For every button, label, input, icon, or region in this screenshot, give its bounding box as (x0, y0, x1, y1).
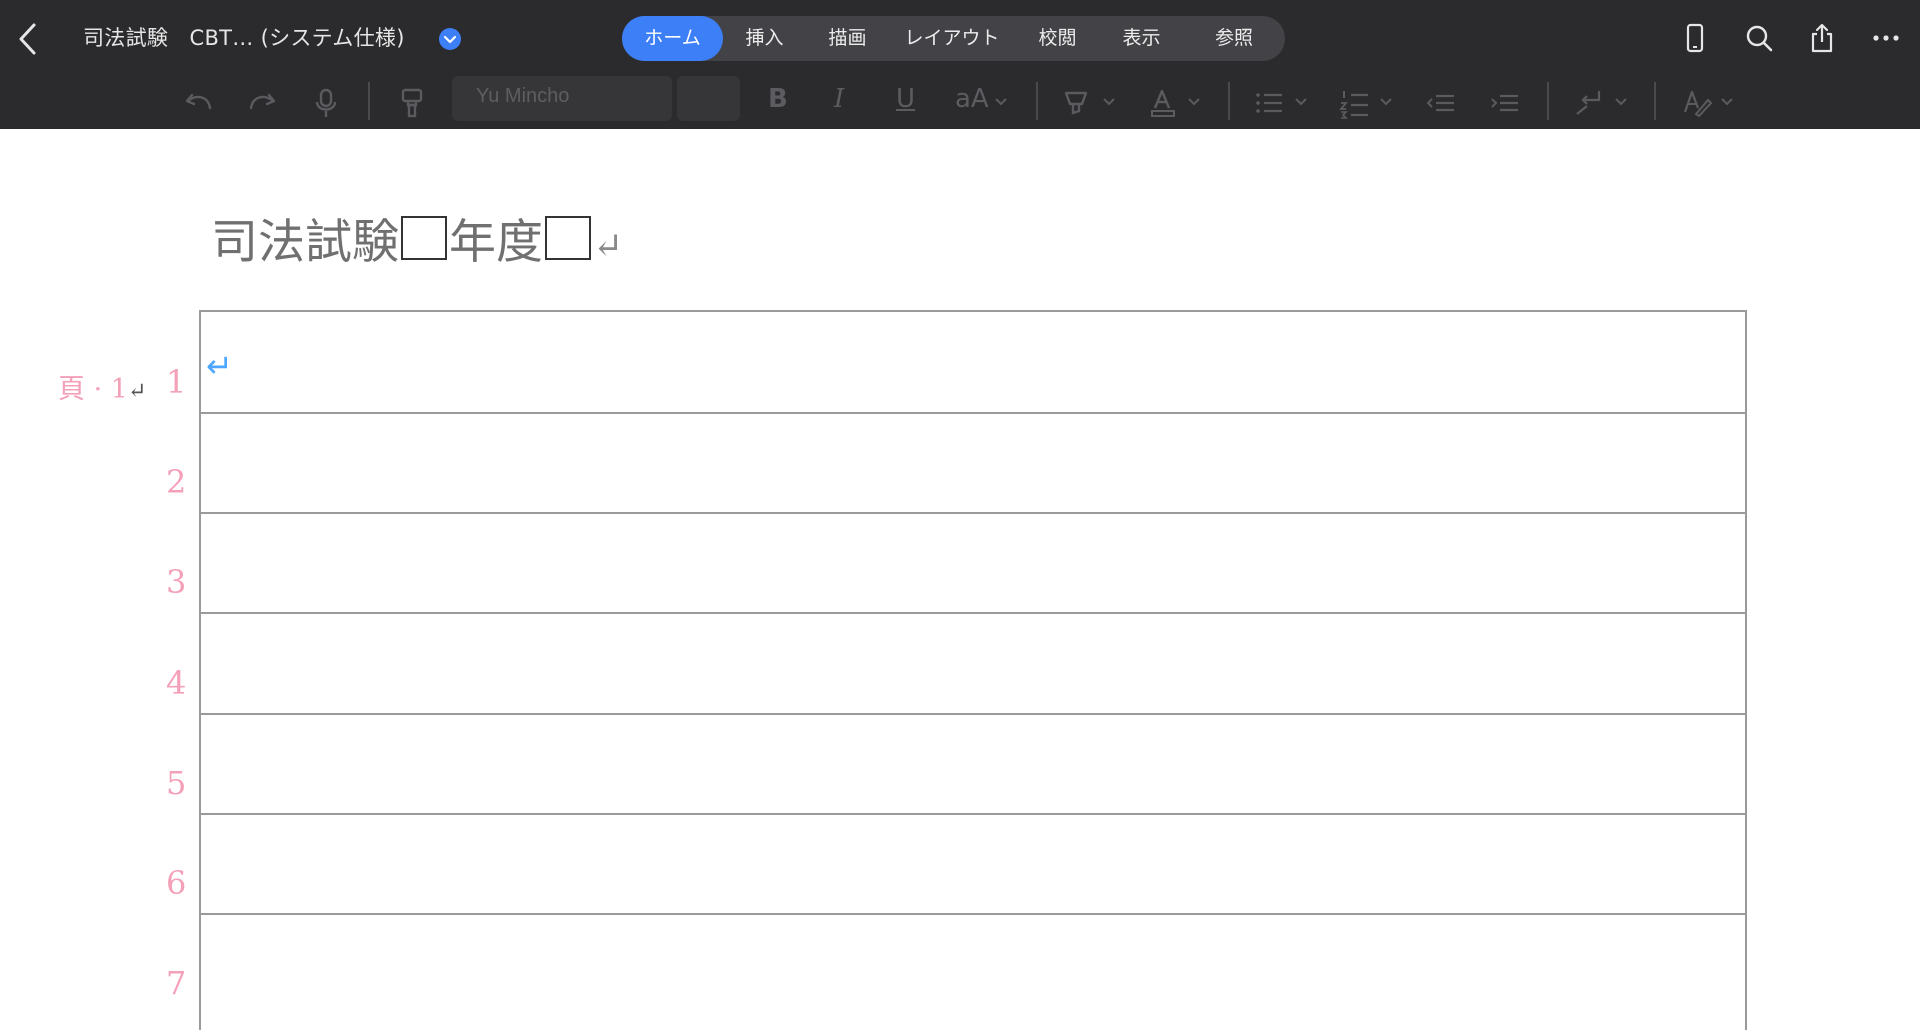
line-number: 6 (166, 864, 187, 902)
formatting-ribbon: Yu Mincho B I U aA (0, 76, 1920, 129)
text-size-button[interactable]: aA (955, 84, 989, 114)
chevron-down-icon[interactable] (438, 27, 462, 51)
line-number: 2 (166, 463, 187, 501)
search-icon[interactable] (1743, 22, 1775, 54)
grid-line (201, 612, 1745, 614)
undo-icon[interactable] (182, 86, 216, 120)
blank-box (401, 216, 447, 260)
bold-button[interactable]: B (768, 84, 788, 114)
line-number: 3 (166, 563, 187, 601)
share-icon[interactable] (1806, 22, 1838, 54)
tab-insert[interactable]: 挿入 (723, 16, 806, 61)
chevron-down-icon (1100, 93, 1118, 111)
highlighter-icon[interactable] (1060, 86, 1094, 120)
paragraph-mark: ↵ (593, 226, 624, 267)
paragraph-mark: ↵ (127, 379, 147, 404)
decrease-indent-icon[interactable] (1424, 86, 1458, 120)
bullet-list-icon[interactable] (1252, 86, 1286, 120)
grid-line (201, 512, 1745, 514)
answer-grid[interactable] (199, 310, 1747, 1030)
chevron-down-icon (1377, 93, 1395, 111)
document-title[interactable]: 司法試験 CBT… (システム仕様) (83, 22, 405, 54)
top-toolbar: 司法試験 CBT… (システム仕様) ホーム 挿入 描画 レイアウト 校閲 表示… (0, 0, 1920, 129)
redo-icon[interactable] (245, 86, 279, 120)
grid-line (201, 813, 1745, 815)
chevron-down-icon (992, 93, 1010, 111)
tab-draw[interactable]: 描画 (806, 16, 889, 61)
chevron-down-icon (1718, 93, 1736, 111)
microphone-icon[interactable] (309, 86, 343, 120)
more-icon[interactable] (1870, 22, 1902, 54)
ribbon-divider (1654, 82, 1656, 120)
chevron-down-icon (1185, 93, 1203, 111)
font-name-field[interactable]: Yu Mincho (452, 76, 672, 121)
tab-home[interactable]: ホーム (622, 16, 723, 61)
tab-references[interactable]: 参照 (1183, 16, 1285, 61)
numbered-list-icon[interactable] (1338, 86, 1372, 120)
font-size-field[interactable] (677, 76, 740, 121)
styles-icon[interactable] (1680, 86, 1714, 120)
heading-text: 年度 (449, 215, 543, 270)
page-label-text: 頁 · 1 (58, 374, 128, 405)
paragraph-style-icon[interactable] (1573, 86, 1607, 120)
line-number: 4 (166, 664, 187, 702)
mobile-view-icon[interactable] (1679, 22, 1711, 54)
document-heading[interactable]: 司法試験 年度 ↵ (211, 212, 623, 278)
increase-indent-icon[interactable] (1488, 86, 1522, 120)
tab-layout[interactable]: レイアウト (889, 16, 1015, 61)
page-label: 頁 · 1↵ (58, 367, 146, 406)
ribbon-tabs: ホーム 挿入 描画 レイアウト 校閲 表示 参照 (622, 16, 1285, 61)
grid-line (201, 713, 1745, 715)
line-number: 1 (166, 363, 187, 401)
heading-text: 司法試験 (211, 215, 399, 270)
line-number: 7 (166, 964, 187, 1002)
line-number: 5 (166, 764, 187, 802)
font-color-icon[interactable] (1146, 86, 1180, 120)
tab-review[interactable]: 校閲 (1015, 16, 1100, 61)
ribbon-divider (368, 82, 370, 120)
underline-button[interactable]: U (896, 84, 915, 114)
ribbon-divider (1547, 82, 1549, 120)
paragraph-mark: ↵ (206, 347, 233, 385)
grid-line (201, 913, 1745, 915)
blank-box (545, 216, 591, 260)
ribbon-divider (1228, 82, 1230, 120)
ribbon-divider (1036, 82, 1038, 120)
chevron-down-icon (1612, 93, 1630, 111)
chevron-down-icon (1292, 93, 1310, 111)
title-bar: 司法試験 CBT… (システム仕様) ホーム 挿入 描画 レイアウト 校閲 表示… (0, 0, 1920, 76)
italic-button[interactable]: I (834, 84, 844, 114)
back-icon[interactable] (14, 22, 42, 56)
font-name-value: Yu Mincho (476, 85, 570, 107)
format-painter-icon[interactable] (395, 86, 429, 120)
grid-line (201, 412, 1745, 414)
tab-view[interactable]: 表示 (1100, 16, 1183, 61)
